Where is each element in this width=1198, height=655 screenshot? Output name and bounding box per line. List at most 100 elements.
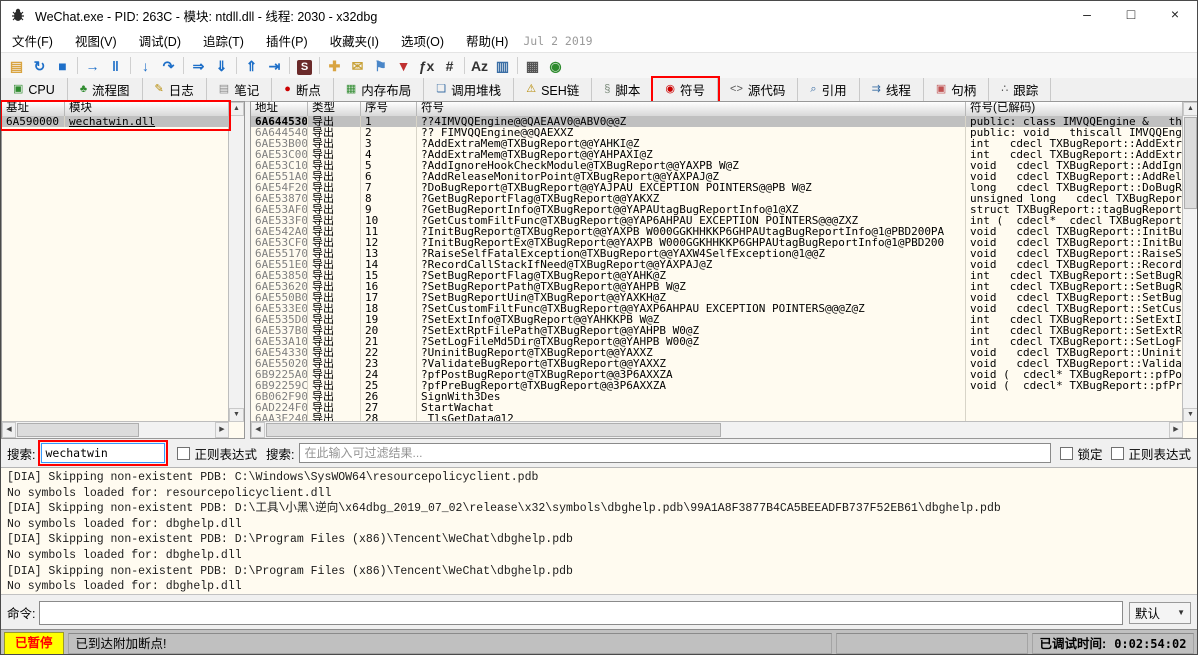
lock-checkbox[interactable] (1060, 447, 1073, 460)
scroll-right-icon[interactable]: ▶ (1169, 422, 1183, 438)
label-icon[interactable]: ⚑ (369, 56, 392, 76)
tab-threads[interactable]: ⇉ 线程 (860, 78, 924, 101)
device-icon[interactable]: ▥ (491, 56, 514, 76)
symbol-row[interactable]: 6AE53C00 导出 4 ?AddExtraMem@TXBugReport@@… (251, 149, 1183, 160)
tab-script[interactable]: § 脚本 (592, 78, 653, 101)
scroll-thumb[interactable] (266, 423, 721, 437)
tab-cpu[interactable]: ▣ CPU (1, 78, 68, 101)
tab-graph[interactable]: ♣ 流程图 (68, 78, 143, 101)
scroll-thumb[interactable] (17, 423, 139, 437)
symbol-row[interactable]: 6AE53CF0 导出 12 ?InitBugReportEx@TXBugRep… (251, 237, 1183, 248)
command-profile-select[interactable]: 默认 ▼ (1129, 602, 1191, 624)
step-into-icon[interactable]: ↓ (134, 56, 157, 76)
patch-icon[interactable]: ✚ (323, 56, 346, 76)
pause-icon[interactable]: ‖ (104, 56, 127, 76)
stop-icon[interactable]: ■ (51, 56, 74, 76)
modules-vscrollbar[interactable]: ▲ ▼ (228, 102, 244, 422)
symbol-row[interactable]: 6AE54F20 导出 7 ?DoBugReport@TXBugReport@@… (251, 182, 1183, 193)
menu-view[interactable]: 视图(V) (64, 31, 128, 50)
tab-source[interactable]: <> 源代码 (718, 78, 798, 101)
symbol-row[interactable]: 6A644540 导出 2 ??_FIMVQQEngine@@QAEXXZ pu… (251, 127, 1183, 138)
hash-icon[interactable]: # (438, 56, 461, 76)
menu-help[interactable]: 帮助(H) (455, 31, 519, 50)
toolbar-separator[interactable] (233, 56, 240, 76)
symbol-row[interactable]: 6A644530 导出 1 ??4IMVQQEngine@@QAEAAV0@AB… (251, 116, 1183, 127)
symbol-row[interactable]: 6AE533E0 导出 18 ?SetCustomFiltFunc@TXBugR… (251, 303, 1183, 314)
column-header-module[interactable]: 模块 (65, 102, 229, 116)
open-file-icon[interactable]: ▤ (5, 56, 28, 76)
column-header-symbol[interactable]: 符号 (417, 102, 966, 116)
skip-icon[interactable]: ⇒ (187, 56, 210, 76)
symbol-row[interactable]: 6AE551A0 导出 6 ?AddReleaseMonitorPoint@TX… (251, 171, 1183, 182)
font-icon[interactable]: Az (468, 56, 491, 76)
modules-hscrollbar[interactable]: ◀ ▶ (2, 421, 229, 438)
symbol-row[interactable]: 6AE551E0 导出 14 ?RecordCallStackIfNeed@TX… (251, 259, 1183, 270)
symbols-hscrollbar[interactable]: ◀ ▶ (251, 421, 1183, 438)
command-input[interactable] (39, 601, 1123, 625)
symbol-row[interactable]: 6AD224F0 导出 27 StartWachat (251, 402, 1183, 413)
symbol-row[interactable]: 6AE53C10 导出 5 ?AddIgnoreHookCheckModule@… (251, 160, 1183, 171)
symbol-row[interactable]: 6AE537B0 导出 20 ?SetExtRptFilePath@TXBugR… (251, 325, 1183, 336)
menu-debug[interactable]: 调试(D) (128, 31, 192, 50)
maximize-button[interactable]: □ (1109, 1, 1153, 29)
minimize-button[interactable]: – (1065, 1, 1109, 29)
step-out-icon[interactable]: ⇑ (240, 56, 263, 76)
symbol-filter-input[interactable] (299, 443, 1051, 463)
calculator-icon[interactable]: ▦ (521, 56, 544, 76)
globe-icon[interactable]: ◉ (544, 56, 567, 76)
symbols-vscrollbar[interactable]: ▲ ▼ (1182, 102, 1198, 422)
symbol-row[interactable]: 6AE53850 导出 15 ?SetBugReportFlag@TXBugRe… (251, 270, 1183, 281)
symbol-row[interactable]: 6AE533F0 导出 10 ?GetCustomFiltFunc@TXBugR… (251, 215, 1183, 226)
scroll-thumb[interactable] (1184, 117, 1197, 209)
symbol-row[interactable]: 6AE53B00 导出 3 ?AddExtraMem@TXBugReport@@… (251, 138, 1183, 149)
module-row[interactable]: 6A590000 wechatwin.dll (2, 116, 229, 127)
tab-symbols[interactable]: ◉ 符号 (653, 78, 718, 101)
scroll-down-icon[interactable]: ▼ (229, 408, 244, 422)
restart-icon[interactable]: ↻ (28, 56, 51, 76)
toolbar-separator[interactable] (180, 56, 187, 76)
tab-log[interactable]: ✎ 日志 (143, 78, 207, 101)
symbol-log[interactable]: [DIA] Skipping non-existent PDB: C:\Wind… (1, 467, 1197, 594)
symbol-row[interactable]: 6B92259C 导出 25 ?pfPreBugReport@TXBugRepo… (251, 380, 1183, 391)
step-over-icon[interactable]: ↷ (157, 56, 180, 76)
menu-file[interactable]: 文件(F) (1, 31, 64, 50)
symbol-row[interactable]: 6AE542A0 导出 11 ?InitBugReport@TXBugRepor… (251, 226, 1183, 237)
symbol-row[interactable]: 6AE53AF0 导出 9 ?GetBugReportInfo@TXBugRep… (251, 204, 1183, 215)
tab-trace[interactable]: ∴ 跟踪 (989, 78, 1051, 101)
scroll-right-icon[interactable]: ▶ (215, 422, 229, 438)
symbol-row[interactable]: 6B062F90 导出 26 SignWith3Des (251, 391, 1183, 402)
column-header-address[interactable]: 地址 (251, 102, 308, 116)
symbol-row[interactable]: 6AE53870 导出 8 ?GetBugReportFlag@TXBugRep… (251, 193, 1183, 204)
scroll-up-icon[interactable]: ▲ (1183, 102, 1198, 116)
seh-chain-icon[interactable]: S (293, 56, 316, 76)
tab-memory-map[interactable]: ▦ 内存布局 (334, 78, 424, 101)
symbol-row[interactable]: 6AE53A10 导出 21 ?SetLogFileMd5Dir@TXBugRe… (251, 336, 1183, 347)
toolbar-separator[interactable] (74, 56, 81, 76)
menu-favourites[interactable]: 收藏夹(I) (319, 31, 390, 50)
symbol-row[interactable]: 6B9225A0 导出 24 ?pfPostBugReport@TXBugRep… (251, 369, 1183, 380)
tab-breakpoints[interactable]: ● 断点 (272, 78, 334, 101)
regex2-checkbox[interactable] (1111, 447, 1124, 460)
toolbar-separator[interactable] (127, 56, 134, 76)
column-header-decorated[interactable]: 符号(已解码) (966, 102, 1183, 116)
toolbar-separator[interactable] (286, 56, 293, 76)
symbol-row[interactable]: 6AE55020 导出 23 ?ValidateBugReport@TXBugR… (251, 358, 1183, 369)
column-header-base[interactable]: 基址 (2, 102, 65, 116)
run-to-user-code-icon[interactable]: ⇓ (210, 56, 233, 76)
symbol-row[interactable]: 6AE53620 导出 16 ?SetBugReportPath@TXBugRe… (251, 281, 1183, 292)
comment-icon[interactable]: ✉ (346, 56, 369, 76)
column-header-ordinal[interactable]: 序号 (361, 102, 417, 116)
run-icon[interactable]: → (81, 56, 104, 76)
menu-trace[interactable]: 追踪(T) (192, 31, 255, 50)
scroll-down-icon[interactable]: ▼ (1183, 408, 1198, 422)
symbol-row[interactable]: 6AE55170 导出 13 ?RaiseSelfFatalException@… (251, 248, 1183, 259)
tab-call-stack[interactable]: ❏ 调用堆栈 (424, 78, 514, 101)
menu-plugins[interactable]: 插件(P) (255, 31, 319, 50)
close-button[interactable]: × (1153, 1, 1197, 29)
symbol-row[interactable]: 6AE535D0 导出 19 ?SetExtInfo@TXBugReport@@… (251, 314, 1183, 325)
tab-references[interactable]: ⌕ 引用 (798, 78, 859, 101)
toolbar-separator[interactable] (461, 56, 468, 76)
regex-checkbox[interactable] (177, 447, 190, 460)
tab-handles[interactable]: ▣ 句柄 (924, 78, 989, 101)
menu-options[interactable]: 选项(O) (390, 31, 455, 50)
